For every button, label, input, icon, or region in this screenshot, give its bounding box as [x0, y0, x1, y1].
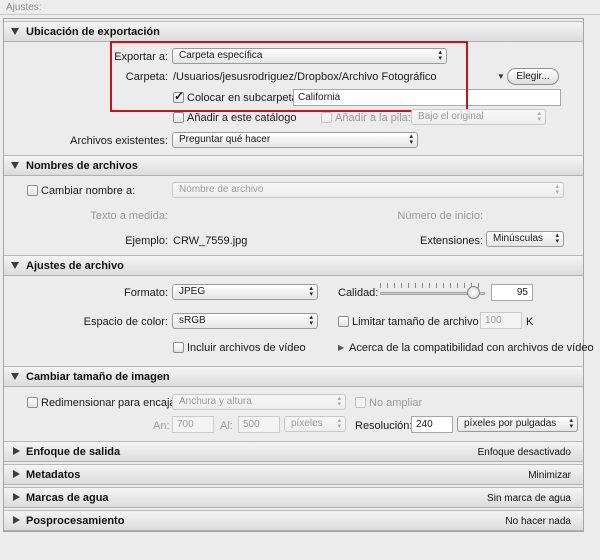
include-video-checkbox[interactable]: [173, 342, 184, 353]
popup-arrows-icon: ▴ ▾: [409, 133, 413, 146]
rename-label: Cambiar nombre a:: [41, 185, 136, 197]
disclosure-triangle-down-icon: [11, 373, 19, 380]
popup-arrows-icon: ▴ ▾: [555, 183, 559, 196]
disclosure-triangle-right-icon: [13, 493, 20, 501]
size-units-value: píxeles: [291, 418, 323, 429]
height-label: Al:: [220, 420, 233, 432]
format-value: JPEG: [179, 286, 206, 297]
size-units-select[interactable]: píxeles ▴ ▾: [284, 416, 346, 432]
add-to-stack-checkbox[interactable]: [321, 112, 332, 123]
settings-label: Ajustes:: [6, 2, 42, 13]
section-header-file-settings[interactable]: Ajustes de archivo: [4, 255, 583, 276]
resize-label: Redimensionar para encajar:: [41, 397, 183, 409]
section-title: Cambiar tamaño de imagen: [26, 371, 170, 383]
resize-mode-select[interactable]: Anchura y altura ▴ ▾: [172, 394, 346, 410]
stack-position-select[interactable]: Bajo el original ▴ ▾: [411, 109, 546, 125]
width-label: An:: [153, 420, 170, 432]
extensions-select[interactable]: Minúsculas ▴ ▾: [486, 231, 564, 247]
format-label: Formato:: [123, 287, 168, 299]
color-space-label: Espacio de color:: [83, 316, 168, 328]
popup-arrows-icon: ▴ ▾: [337, 417, 341, 430]
add-to-catalog-checkbox[interactable]: [173, 112, 184, 123]
include-video-label: Incluir archivos de vídeo: [187, 342, 306, 354]
section-header-file-naming[interactable]: Nombres de archivos: [4, 155, 583, 176]
height-input[interactable]: 500: [238, 416, 280, 433]
section-header-post-processing[interactable]: Posprocesamiento No hacer nada: [4, 510, 583, 531]
disclosure-triangle-right-icon: [13, 470, 20, 478]
section-header-image-sizing[interactable]: Cambiar tamaño de imagen: [4, 366, 583, 387]
resize-mode-value: Anchura y altura: [179, 396, 252, 407]
width-input[interactable]: 700: [172, 416, 214, 433]
stack-position-value: Bajo el original: [418, 111, 484, 122]
disclosure-triangle-down-icon: [11, 262, 19, 269]
dont-enlarge-checkbox[interactable]: [355, 397, 366, 408]
disclosure-triangle-right-icon: [13, 447, 20, 455]
section-header-watermarking[interactable]: Marcas de agua Sin marca de agua: [4, 487, 583, 508]
rename-template-value: Nombre de archivo: [179, 184, 264, 195]
section-summary: Sin marca de agua: [487, 493, 571, 504]
section-title: Ubicación de exportación: [26, 26, 160, 38]
divider: [0, 14, 600, 15]
extensions-label: Extensiones:: [420, 235, 483, 247]
example-filename: CRW_7559.jpg: [173, 235, 248, 247]
popup-arrows-icon: ▴ ▾: [337, 395, 341, 408]
section-header-export-location[interactable]: Ubicación de exportación: [4, 21, 583, 42]
dont-enlarge-label: No ampliar: [369, 397, 423, 409]
section-title: Nombres de archivos: [26, 160, 138, 172]
section-title: Enfoque de salida: [26, 446, 121, 458]
section-title: Posprocesamiento: [26, 515, 125, 527]
disclosure-triangle-down-icon: [11, 28, 19, 35]
limit-size-input[interactable]: 100: [480, 312, 522, 329]
section-summary: Minimizar: [528, 470, 571, 481]
add-to-stack-label: Añadir a la pila:: [335, 112, 411, 124]
popup-arrows-icon: ▴ ▾: [309, 285, 313, 298]
existing-files-label: Archivos existentes:: [70, 135, 168, 147]
resolution-label: Resolución:: [355, 420, 413, 432]
popup-arrows-icon: ▴ ▾: [309, 314, 313, 327]
section-header-metadata[interactable]: Metadatos Minimizar: [4, 464, 583, 485]
section-title: Marcas de agua: [26, 492, 109, 504]
limit-size-unit: K: [526, 316, 534, 328]
disclosure-triangle-right-icon[interactable]: ▶: [338, 343, 344, 352]
format-select[interactable]: JPEG ▴ ▾: [172, 284, 318, 300]
section-header-output-sharpening[interactable]: Enfoque de salida Enfoque desactivado: [4, 441, 583, 462]
section-title: Metadatos: [26, 469, 81, 481]
existing-files-value: Preguntar qué hacer: [179, 134, 271, 145]
video-compat-link[interactable]: Acerca de la compatibilidad con archivos…: [349, 342, 594, 354]
section-summary: Enfoque desactivado: [477, 447, 571, 458]
rename-checkbox[interactable]: [27, 185, 38, 196]
add-to-catalog-label: Añadir a este catálogo: [187, 112, 297, 124]
color-space-select[interactable]: sRGB ▴ ▾: [172, 313, 318, 329]
section-title: Ajustes de archivo: [26, 260, 124, 272]
popup-arrows-icon: ▴ ▾: [569, 417, 573, 430]
existing-files-select[interactable]: Preguntar qué hacer ▴ ▾: [172, 132, 418, 148]
folder-history-chevron-down-icon[interactable]: ▼: [497, 72, 505, 81]
resolution-units-select[interactable]: píxeles por pulgadas ▴ ▾: [457, 416, 578, 432]
custom-text-label: Texto a medida:: [90, 210, 168, 222]
disclosure-triangle-down-icon: [11, 162, 19, 169]
start-number-label: Número de inicio:: [397, 210, 483, 222]
extensions-value: Minúsculas: [493, 233, 544, 244]
resolution-input[interactable]: 240: [411, 416, 453, 433]
section-summary: No hacer nada: [505, 516, 571, 527]
example-label: Ejemplo:: [125, 235, 168, 247]
popup-arrows-icon: ▴ ▾: [537, 110, 541, 123]
quality-input[interactable]: 95: [491, 284, 533, 301]
color-space-value: sRGB: [179, 315, 206, 326]
choose-folder-button[interactable]: Elegir...: [507, 68, 559, 85]
disclosure-triangle-right-icon: [13, 516, 20, 524]
quality-label: Calidad:: [338, 287, 379, 299]
limit-size-label: Limitar tamaño de archivo a:: [352, 316, 491, 328]
popup-arrows-icon: ▴ ▾: [555, 232, 559, 245]
rename-template-select[interactable]: Nombre de archivo ▴ ▾: [172, 182, 564, 198]
highlight-annotation-box: [110, 41, 468, 112]
resize-checkbox[interactable]: [27, 397, 38, 408]
limit-size-checkbox[interactable]: [338, 316, 349, 327]
resolution-units-value: píxeles por pulgadas: [464, 418, 557, 429]
